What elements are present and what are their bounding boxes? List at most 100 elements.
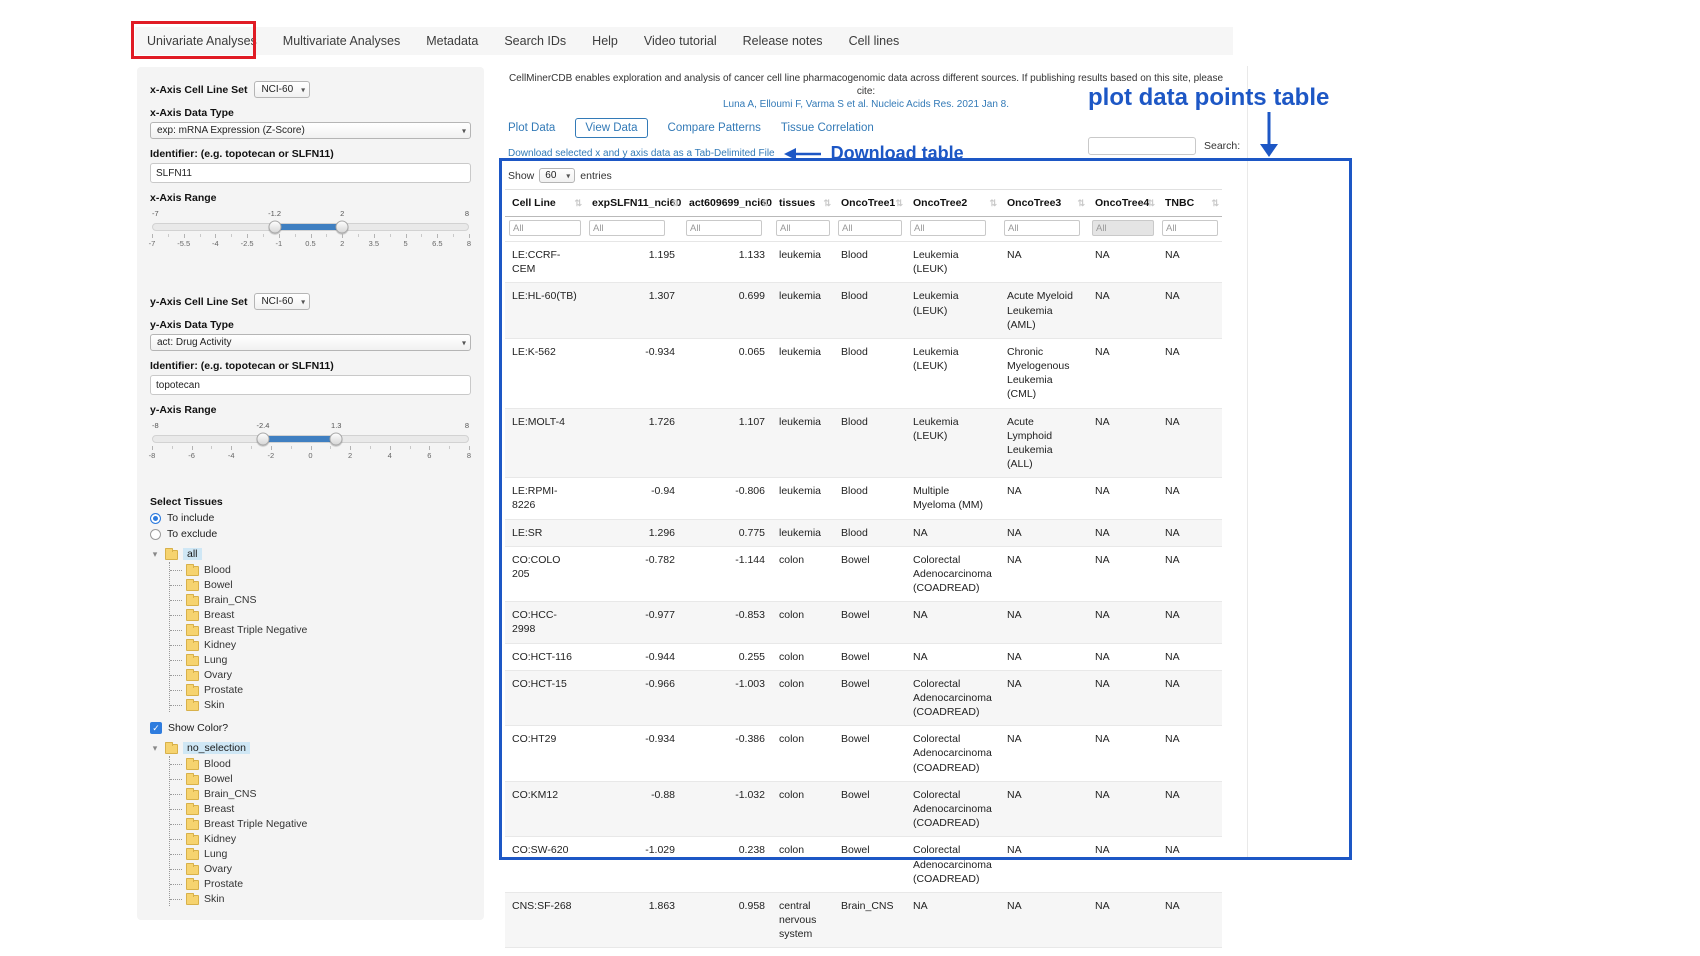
tree-collapse-icon[interactable]: ▾ bbox=[150, 549, 160, 560]
filter-input-cell-line[interactable] bbox=[509, 220, 581, 236]
table-row[interactable]: LE:SR1.2960.775leukemiaBloodNANANANA bbox=[505, 519, 1222, 546]
sort-icon[interactable]: ⇅ bbox=[823, 198, 831, 209]
table-row[interactable]: LE:RPMI-8226-0.94-0.806leukemiaBloodMult… bbox=[505, 478, 1222, 519]
tree-item-kidney[interactable]: Kidney bbox=[170, 831, 471, 846]
sort-icon[interactable]: ⇅ bbox=[989, 198, 997, 209]
checkbox-checked-icon[interactable]: ✓ bbox=[150, 722, 162, 734]
show-color-option[interactable]: ✓ Show Color? bbox=[150, 722, 471, 734]
filter-input-oncotree1[interactable] bbox=[838, 220, 902, 236]
slider-handle-low[interactable] bbox=[257, 433, 270, 446]
sort-icon[interactable]: ⇅ bbox=[1147, 198, 1155, 209]
tree-item-prostate[interactable]: Prostate bbox=[170, 876, 471, 891]
column-header-act609699-nci60[interactable]: act609699_nci60⇅ bbox=[682, 190, 772, 217]
nav-item-cell-lines[interactable]: Cell lines bbox=[849, 34, 900, 48]
y-identifier-input[interactable] bbox=[150, 375, 471, 395]
x-data-type-select[interactable]: exp: mRNA Expression (Z-Score) ▾ bbox=[150, 122, 471, 139]
slider-handle-low[interactable] bbox=[268, 221, 281, 234]
nav-item-search-ids[interactable]: Search IDs bbox=[504, 34, 566, 48]
slider-handle-high[interactable] bbox=[336, 221, 349, 234]
table-row[interactable]: CO:HCT-15-0.966-1.003colonBowelColorecta… bbox=[505, 670, 1222, 726]
tree-item-breast[interactable]: Breast bbox=[170, 801, 471, 816]
tree-item-ovary[interactable]: Ovary bbox=[170, 667, 471, 682]
filter-input-expslfn11-nci60[interactable] bbox=[589, 220, 665, 236]
column-header-cell-line[interactable]: Cell Line⇅ bbox=[505, 190, 585, 217]
column-header-expslfn11-nci60[interactable]: expSLFN11_nci60⇅ bbox=[585, 190, 682, 217]
table-row[interactable]: LE:CCRF-CEM1.1951.133leukemiaBloodLeukem… bbox=[505, 242, 1222, 283]
tab-view-data[interactable]: View Data bbox=[575, 118, 647, 138]
sort-icon[interactable]: ⇅ bbox=[574, 198, 582, 209]
y-axis-range-slider[interactable]: -8 -2.4 1.3 8 -8-6-4-202468 bbox=[150, 421, 471, 461]
filter-input-oncotree3[interactable] bbox=[1004, 220, 1080, 236]
sort-icon[interactable]: ⇅ bbox=[1211, 198, 1219, 209]
table-row[interactable]: LE:MOLT-41.7261.107leukemiaBloodLeukemia… bbox=[505, 408, 1222, 478]
tree-root-label[interactable]: all bbox=[183, 548, 202, 560]
table-row[interactable]: CO:SW-620-1.0290.238colonBowelColorectal… bbox=[505, 837, 1222, 893]
filter-input-oncotree4[interactable] bbox=[1092, 220, 1154, 236]
table-row[interactable]: LE:HL-60(TB)1.3070.699leukemiaBloodLeuke… bbox=[505, 283, 1222, 339]
tree-item-brain-cns[interactable]: Brain_CNS bbox=[170, 786, 471, 801]
column-header-oncotree4[interactable]: OncoTree4⇅ bbox=[1088, 190, 1158, 217]
tree-item-prostate[interactable]: Prostate bbox=[170, 682, 471, 697]
tree-item-breast-triple-negative[interactable]: Breast Triple Negative bbox=[170, 622, 471, 637]
tree-item-bowel[interactable]: Bowel bbox=[170, 577, 471, 592]
sort-icon[interactable]: ⇅ bbox=[1077, 198, 1085, 209]
tree-item-brain-cns[interactable]: Brain_CNS bbox=[170, 592, 471, 607]
sort-icon[interactable]: ⇅ bbox=[671, 198, 679, 209]
column-header-tnbc[interactable]: TNBC⇅ bbox=[1158, 190, 1222, 217]
tree-item-ovary[interactable]: Ovary bbox=[170, 861, 471, 876]
filter-input-oncotree2[interactable] bbox=[910, 220, 986, 236]
tab-plot-data[interactable]: Plot Data bbox=[508, 119, 555, 137]
radio-icon[interactable] bbox=[150, 529, 161, 540]
tree-item-lung[interactable]: Lung bbox=[170, 846, 471, 861]
sort-icon[interactable]: ⇅ bbox=[761, 198, 769, 209]
y-cell-line-set-select[interactable]: NCI-60 ▾ bbox=[254, 293, 310, 310]
tissue-to-exclude-option[interactable]: To exclude bbox=[150, 528, 471, 540]
slider-track[interactable] bbox=[152, 223, 469, 231]
table-row[interactable]: CNS:SF-2681.8630.958central nervous syst… bbox=[505, 892, 1222, 948]
x-axis-range-slider[interactable]: -7 -1.2 2 8 -7-5.5-4-2.5-10.523.556.58 bbox=[150, 209, 471, 249]
nav-item-metadata[interactable]: Metadata bbox=[426, 34, 478, 48]
tree-item-breast-triple-negative[interactable]: Breast Triple Negative bbox=[170, 816, 471, 831]
tree-item-skin[interactable]: Skin bbox=[170, 697, 471, 712]
column-header-oncotree2[interactable]: OncoTree2⇅ bbox=[906, 190, 1000, 217]
table-row[interactable]: CO:COLO 205-0.782-1.144colonBowelColorec… bbox=[505, 546, 1222, 602]
x-identifier-input[interactable] bbox=[150, 163, 471, 183]
sort-icon[interactable]: ⇅ bbox=[895, 198, 903, 209]
column-header-oncotree1[interactable]: OncoTree1⇅ bbox=[834, 190, 906, 217]
tree-item-breast[interactable]: Breast bbox=[170, 607, 471, 622]
table-row[interactable]: CNS:SF-2951.280.726central nervous syste… bbox=[505, 948, 1222, 956]
tab-compare-patterns[interactable]: Compare Patterns bbox=[668, 119, 761, 137]
tree-item-bowel[interactable]: Bowel bbox=[170, 771, 471, 786]
tree-item-blood[interactable]: Blood bbox=[170, 562, 471, 577]
column-header-oncotree3[interactable]: OncoTree3⇅ bbox=[1000, 190, 1088, 217]
tissue-tree-root[interactable]: ▾ all bbox=[150, 548, 471, 560]
tree-root-label[interactable]: no_selection bbox=[183, 742, 250, 754]
table-row[interactable]: CO:HT29-0.934-0.386colonBowelColorectal … bbox=[505, 726, 1222, 782]
tab-tissue-correlation[interactable]: Tissue Correlation bbox=[781, 119, 874, 137]
table-row[interactable]: LE:K-562-0.9340.065leukemiaBloodLeukemia… bbox=[505, 338, 1222, 408]
column-header-tissues[interactable]: tissues⇅ bbox=[772, 190, 834, 217]
nav-item-release-notes[interactable]: Release notes bbox=[743, 34, 823, 48]
radio-icon[interactable] bbox=[150, 513, 161, 524]
slider-track[interactable] bbox=[152, 435, 469, 443]
y-data-type-select[interactable]: act: Drug Activity ▾ bbox=[150, 334, 471, 351]
table-row[interactable]: CO:HCC-2998-0.977-0.853colonBowelNANANAN… bbox=[505, 602, 1222, 643]
color-tree-root[interactable]: ▾ no_selection bbox=[150, 742, 471, 754]
filter-input-act609699-nci60[interactable] bbox=[686, 220, 762, 236]
tree-item-skin[interactable]: Skin bbox=[170, 891, 471, 906]
x-cell-line-set-select[interactable]: NCI-60 ▾ bbox=[254, 81, 310, 98]
download-link[interactable]: Download selected x and y axis data as a… bbox=[508, 148, 775, 159]
tree-item-lung[interactable]: Lung bbox=[170, 652, 471, 667]
entries-select[interactable]: 60 ▾ bbox=[539, 168, 575, 183]
slider-handle-high[interactable] bbox=[330, 433, 343, 446]
search-input[interactable] bbox=[1088, 137, 1196, 155]
tissue-to-include-option[interactable]: To include bbox=[150, 512, 471, 524]
table-row[interactable]: CO:KM12-0.88-1.032colonBowelColorectal A… bbox=[505, 781, 1222, 837]
filter-input-tnbc[interactable] bbox=[1162, 220, 1218, 236]
tree-item-kidney[interactable]: Kidney bbox=[170, 637, 471, 652]
table-row[interactable]: CO:HCT-116-0.9440.255colonBowelNANANANA bbox=[505, 643, 1222, 670]
tree-collapse-icon[interactable]: ▾ bbox=[150, 743, 160, 754]
nav-item-multivariate-analyses[interactable]: Multivariate Analyses bbox=[283, 34, 400, 48]
tree-item-blood[interactable]: Blood bbox=[170, 756, 471, 771]
filter-input-tissues[interactable] bbox=[776, 220, 830, 236]
